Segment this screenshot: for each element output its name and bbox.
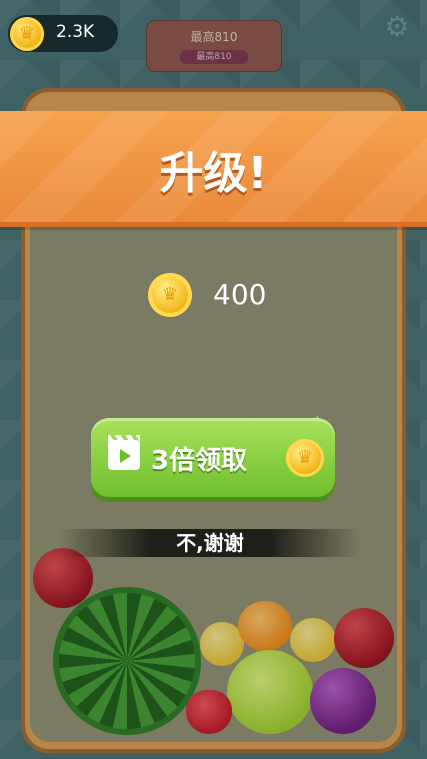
level-up-banner: 升级!: [0, 111, 427, 227]
coin-balance-text: 2.3K: [56, 22, 95, 42]
best-score-title: 最高810: [190, 30, 238, 44]
best-score-panel: 最高810 最高810: [146, 20, 282, 72]
no-thanks-button[interactable]: 不,谢谢: [60, 529, 360, 557]
level-up-title: 升级!: [159, 148, 268, 199]
triple-reward-button[interactable]: 3倍领取 ♛: [91, 418, 335, 497]
coin-icon: ♛: [148, 273, 192, 317]
reward-amount: 400: [213, 278, 267, 311]
video-clapper-icon: [108, 435, 140, 470]
coin-icon: ♛: [10, 17, 44, 51]
best-score-sub: 最高810: [180, 50, 248, 64]
gear-icon[interactable]: ⚙: [382, 12, 412, 42]
coin-icon: ♛: [286, 439, 324, 477]
triple-reward-label: 3倍领取: [151, 446, 248, 476]
